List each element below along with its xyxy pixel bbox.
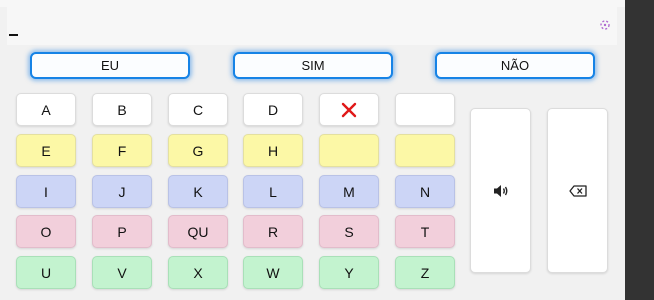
key-c[interactable]: C (168, 93, 228, 126)
backspace-icon (568, 184, 587, 197)
key-d[interactable]: D (243, 93, 303, 126)
close-x-icon (341, 102, 357, 117)
empty-key-1[interactable] (395, 93, 455, 126)
quick-button-sim[interactable]: SIM (233, 52, 393, 79)
top-strip (0, 0, 625, 7)
key-z[interactable]: Z (395, 256, 455, 289)
key-k[interactable]: K (168, 175, 228, 208)
key-w[interactable]: W (243, 256, 303, 289)
key-t[interactable]: T (395, 215, 455, 248)
text-cursor (9, 34, 18, 36)
key-m[interactable]: M (319, 175, 379, 208)
key-v[interactable]: V (92, 256, 152, 289)
key-a[interactable]: A (16, 93, 76, 126)
text-output-field[interactable] (7, 7, 617, 45)
key-y[interactable]: Y (319, 256, 379, 289)
right-side-panel (625, 0, 654, 300)
key-i[interactable]: I (16, 175, 76, 208)
key-j[interactable]: J (92, 175, 152, 208)
key-f[interactable]: F (92, 134, 152, 167)
resize-icon[interactable] (598, 18, 612, 32)
speaker-icon (493, 184, 507, 197)
delete-key[interactable] (319, 93, 379, 126)
key-qu[interactable]: QU (168, 215, 228, 248)
quick-button-nao[interactable]: NÃO (435, 52, 595, 79)
key-g[interactable]: G (168, 134, 228, 167)
key-r[interactable]: R (243, 215, 303, 248)
key-x[interactable]: X (168, 256, 228, 289)
key-p[interactable]: P (92, 215, 152, 248)
key-b[interactable]: B (92, 93, 152, 126)
key-l[interactable]: L (243, 175, 303, 208)
empty-key-2[interactable] (319, 134, 379, 167)
key-h[interactable]: H (243, 134, 303, 167)
key-e[interactable]: E (16, 134, 76, 167)
key-o[interactable]: O (16, 215, 76, 248)
key-n[interactable]: N (395, 175, 455, 208)
empty-key-3[interactable] (395, 134, 455, 167)
backspace-button[interactable] (547, 108, 608, 273)
speak-button[interactable] (470, 108, 531, 273)
key-u[interactable]: U (16, 256, 76, 289)
key-s[interactable]: S (319, 215, 379, 248)
quick-button-eu[interactable]: EU (30, 52, 190, 79)
